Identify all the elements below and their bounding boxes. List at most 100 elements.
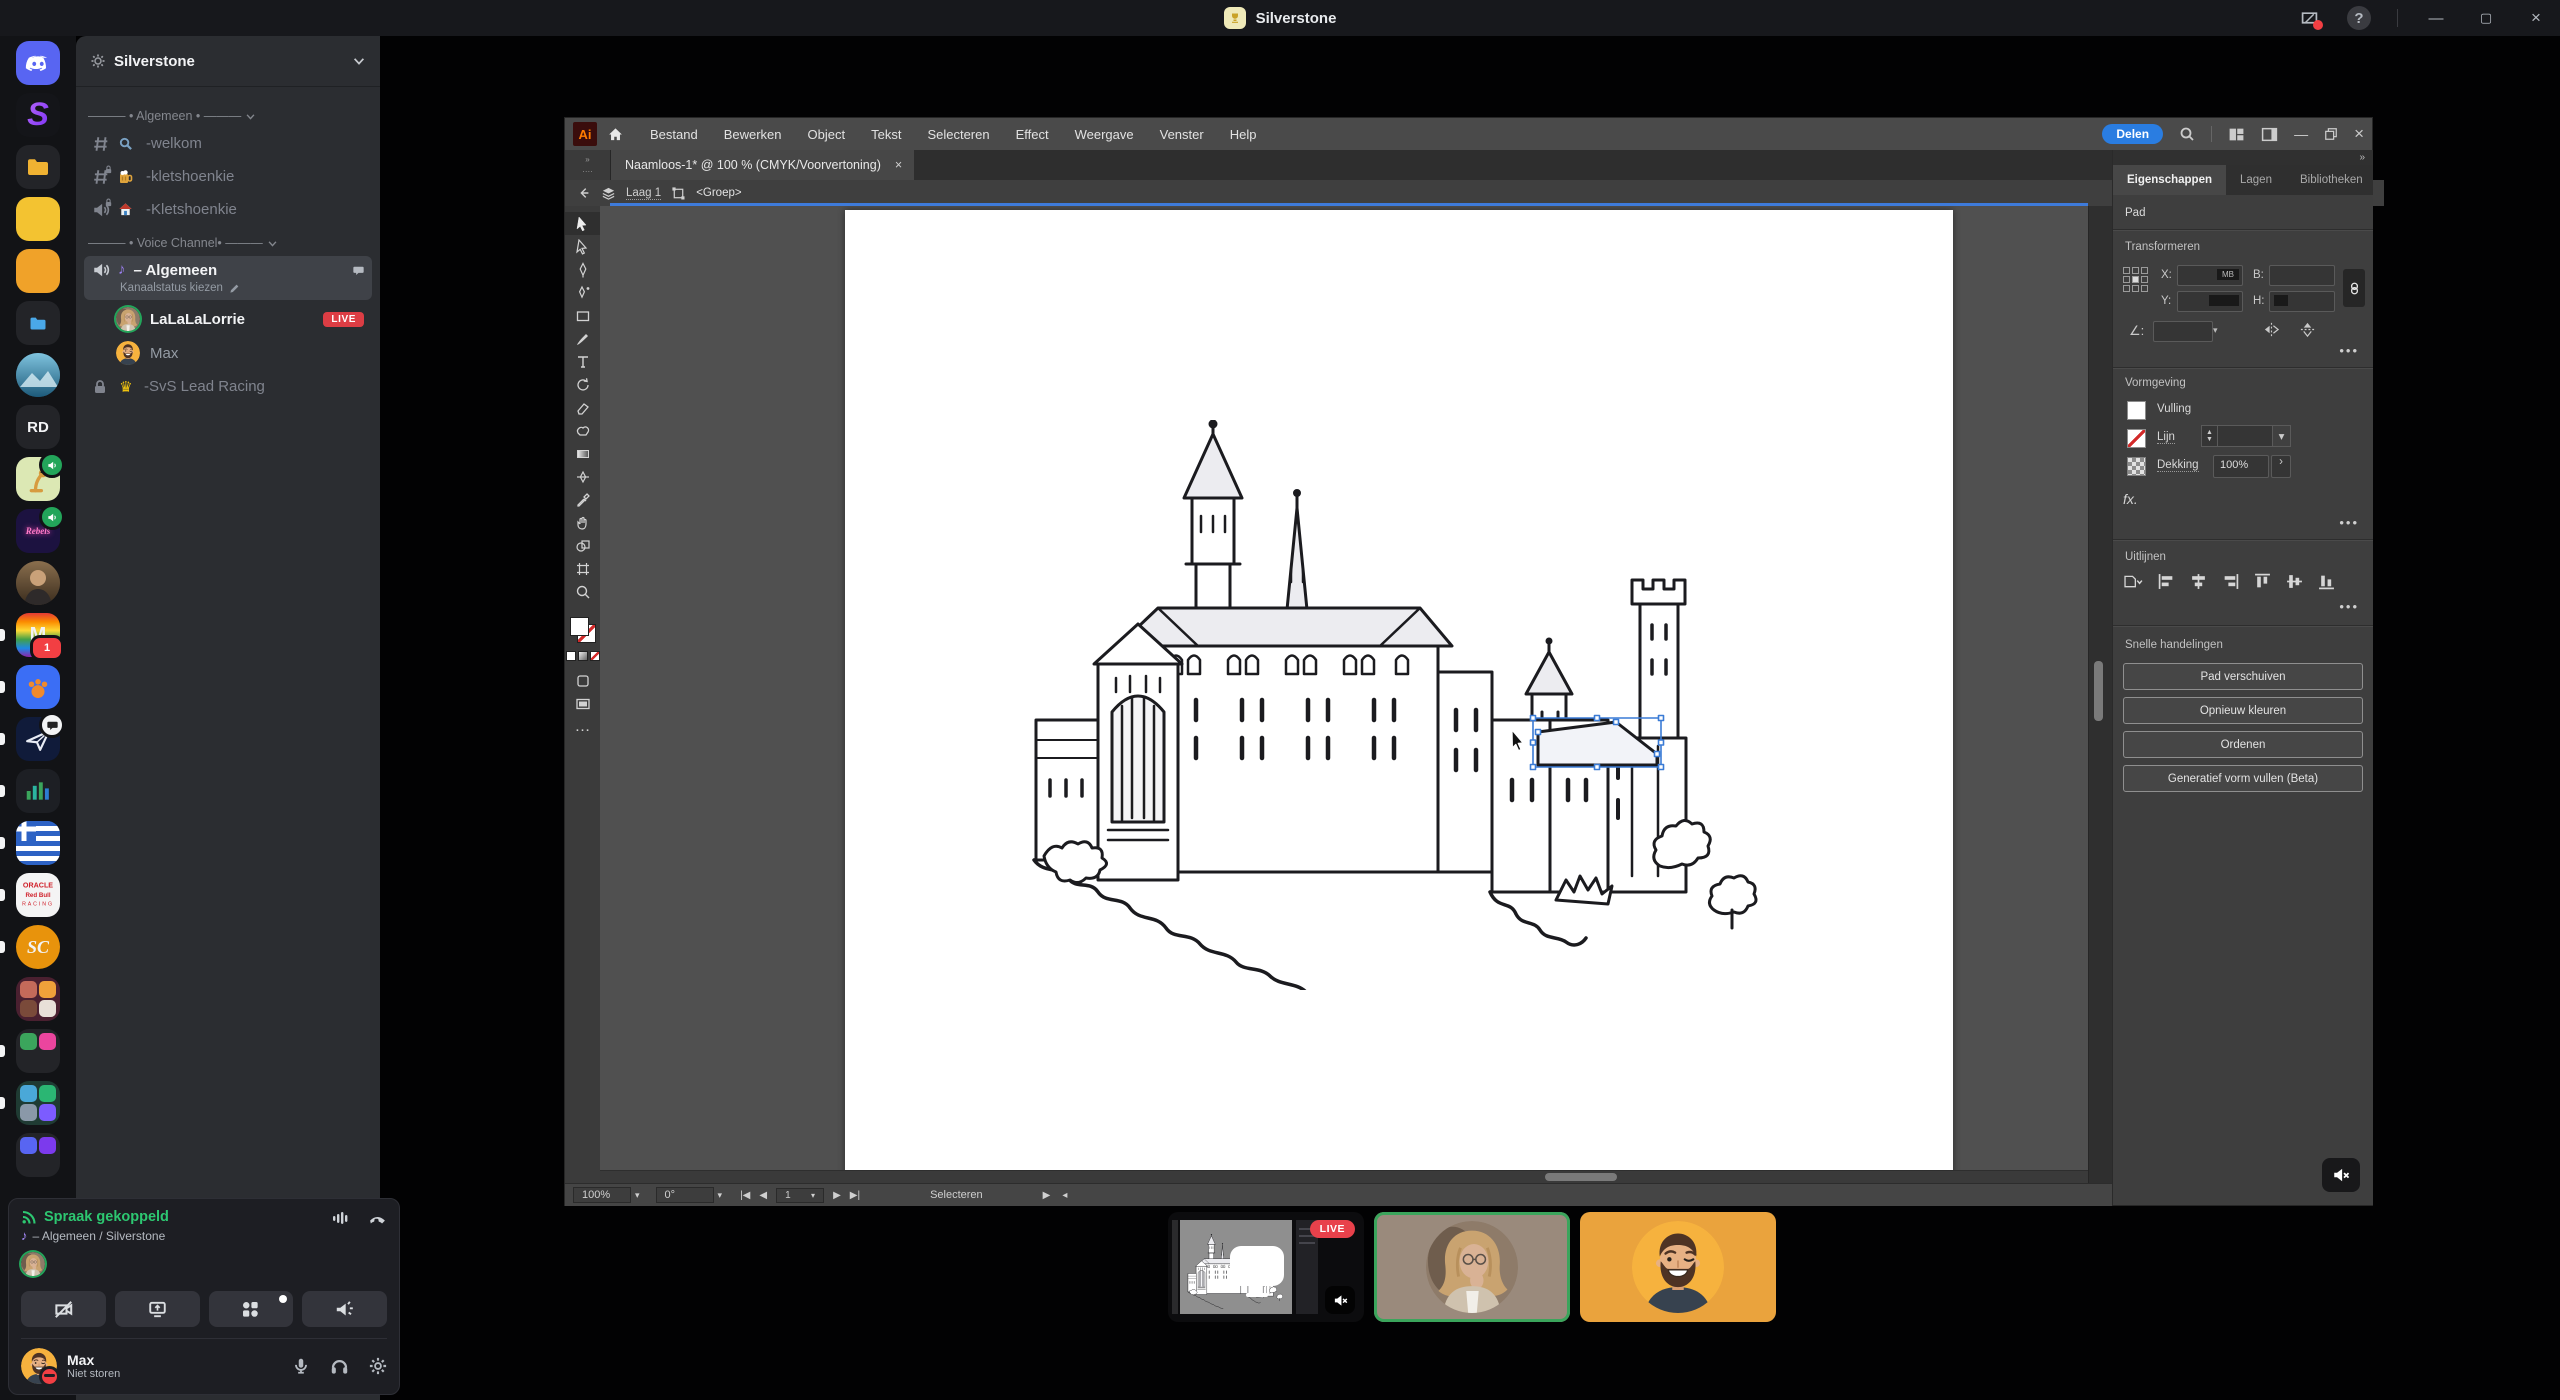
channel-category[interactable]: ——— • Voice Channel• ———: [84, 226, 372, 254]
h-field[interactable]: [2269, 291, 2335, 312]
panel-tab-eigenschappen[interactable]: Eigenschappen: [2113, 165, 2226, 195]
menu-bewerken[interactable]: Bewerken: [724, 127, 782, 142]
align-to-dropdown-icon[interactable]: [2123, 574, 2143, 589]
tool-hand[interactable]: [565, 511, 600, 534]
quick-action-3[interactable]: Ordenen: [2123, 731, 2363, 758]
constrain-proportions-icon[interactable]: [2343, 269, 2365, 307]
workspace-switcher-icon[interactable]: [2228, 126, 2245, 143]
server-rainbow[interactable]: M1: [16, 613, 60, 657]
channel-kletshoenkie[interactable]: -Kletshoenkie: [84, 193, 372, 226]
soundboard-button[interactable]: [302, 1291, 387, 1327]
status-collapse-icon[interactable]: ◂: [1062, 1190, 1067, 1201]
disconnect-icon[interactable]: [368, 1209, 387, 1228]
maximize-icon[interactable]: ▢: [2474, 6, 2498, 30]
quick-action-1[interactable]: Pad verschuiven: [2123, 663, 2363, 690]
menu-selecteren[interactable]: Selecteren: [927, 127, 989, 142]
panel-tab-lagen[interactable]: Lagen: [2226, 165, 2286, 195]
status-play-icon[interactable]: ▶: [1043, 1190, 1051, 1201]
menu-effect[interactable]: Effect: [1016, 127, 1049, 142]
toolbar-more-icon[interactable]: …: [565, 715, 600, 738]
opacity-field[interactable]: 100%: [2213, 455, 2269, 478]
window-close-icon[interactable]: ×: [2354, 124, 2364, 144]
castle-drawing[interactable]: [1020, 420, 1780, 990]
tool-selection[interactable]: [565, 212, 600, 235]
transform-more-icon[interactable]: •••: [2339, 343, 2359, 358]
avatar[interactable]: [21, 1348, 57, 1384]
folder-green[interactable]: [16, 1081, 60, 1125]
server-game[interactable]: [16, 665, 60, 709]
stroke-swatch[interactable]: [2127, 429, 2146, 448]
canvas[interactable]: [600, 206, 2088, 1183]
tab-close-icon[interactable]: ×: [895, 158, 902, 172]
flip-horizontal-icon[interactable]: [2263, 321, 2280, 338]
align-more-icon[interactable]: •••: [2339, 599, 2359, 614]
headphones-icon[interactable]: [330, 1357, 349, 1376]
server-oracle[interactable]: ORACLERed BullRACING: [16, 873, 60, 917]
tool-paintbrush[interactable]: [565, 327, 600, 350]
reference-point-grid[interactable]: [2123, 267, 2148, 292]
stroke-label[interactable]: Lijn: [2157, 431, 2175, 444]
appearance-more-icon[interactable]: •••: [2339, 515, 2359, 530]
voice-channel-active[interactable]: ♪– AlgemeenKanaalstatus kiezen: [84, 256, 372, 300]
back-arrow-icon[interactable]: [577, 186, 591, 200]
chat-bubble-icon[interactable]: [353, 265, 364, 276]
first-artboard-icon[interactable]: |◀: [740, 1190, 750, 1201]
align-bottom-icon[interactable]: [2318, 573, 2335, 590]
server-sc[interactable]: SC: [16, 925, 60, 969]
quick-action-2[interactable]: Opnieuw kleuren: [2123, 697, 2363, 724]
window-minimize-icon[interactable]: —: [2294, 126, 2308, 142]
server-plane[interactable]: [16, 717, 60, 761]
menu-weergave[interactable]: Weergave: [1075, 127, 1134, 142]
activities-button[interactable]: [209, 1291, 294, 1327]
server-chart[interactable]: [16, 769, 60, 813]
rotation-value[interactable]: 0°: [656, 1187, 714, 1203]
stream-overlay-icon[interactable]: [2297, 6, 2321, 30]
folder-maroon[interactable]: [16, 977, 60, 1021]
server-giraffe[interactable]: [16, 457, 60, 501]
panel-collapse-strip[interactable]: »: [2113, 150, 2373, 165]
vertical-scrollbar[interactable]: [2088, 206, 2113, 1183]
next-artboard-icon[interactable]: ▶: [833, 1190, 841, 1201]
align-top-icon[interactable]: [2254, 573, 2271, 590]
channel-kletshoenkie[interactable]: -kletshoenkie: [84, 160, 372, 193]
participant-tile-lorrie[interactable]: [1374, 1212, 1570, 1322]
search-icon[interactable]: [2179, 126, 2195, 142]
close-icon[interactable]: ×: [2524, 6, 2548, 30]
document-tab[interactable]: Naamloos-1* @ 100 % (CMYK/Voorvertoning)…: [611, 150, 914, 180]
x-field[interactable]: MB: [2177, 265, 2243, 286]
zoom-level[interactable]: 100%: [573, 1187, 631, 1203]
stream-tile[interactable]: LIVE: [1168, 1212, 1364, 1322]
stream-muted-icon[interactable]: [2322, 1158, 2360, 1192]
align-center-h-icon[interactable]: [2190, 573, 2207, 590]
tool-type[interactable]: [565, 350, 600, 373]
menu-object[interactable]: Object: [808, 127, 846, 142]
voice-member-lalalalorrie[interactable]: LaLaLaLorrieLIVE: [84, 302, 372, 336]
share-button[interactable]: Delen: [2102, 124, 2163, 144]
participant-tile-max[interactable]: [1580, 1212, 1776, 1322]
tile-muted-icon[interactable]: [1325, 1286, 1355, 1314]
tool-shape-builder[interactable]: [565, 534, 600, 557]
dock-collapse-strip[interactable]: »····: [565, 150, 611, 180]
tool-rotate[interactable]: [565, 373, 600, 396]
tool-shaper[interactable]: [565, 419, 600, 442]
tool-rectangle[interactable]: [565, 304, 600, 327]
channel-status-row[interactable]: Kanaalstatus kiezen: [92, 279, 364, 294]
align-middle-v-icon[interactable]: [2286, 573, 2303, 590]
tool-artboard[interactable]: [565, 557, 600, 580]
tool-curvature[interactable]: [565, 281, 600, 304]
folder-yellow[interactable]: [16, 145, 60, 189]
channel-welkom[interactable]: -welkom: [84, 127, 372, 160]
folder-purple[interactable]: [16, 1133, 60, 1177]
server-avatar-photo[interactable]: [16, 561, 60, 605]
horizontal-scrollbar[interactable]: [600, 1170, 2088, 1183]
tool-eraser[interactable]: [565, 396, 600, 419]
stroke-weight-stepper[interactable]: ▲▼▾: [2201, 425, 2291, 447]
draw-mode-icon[interactable]: [565, 669, 600, 692]
voice-quality-icon[interactable]: [332, 1209, 350, 1228]
flip-vertical-icon[interactable]: [2299, 321, 2316, 338]
breadcrumb-layer[interactable]: Laag 1: [626, 187, 661, 200]
quick-action-4[interactable]: Generatief vorm vullen (Beta): [2123, 765, 2363, 792]
w-field[interactable]: [2269, 265, 2335, 286]
fill-stroke-indicator[interactable]: [570, 617, 596, 643]
server-avatar-teal[interactable]: [16, 353, 60, 397]
